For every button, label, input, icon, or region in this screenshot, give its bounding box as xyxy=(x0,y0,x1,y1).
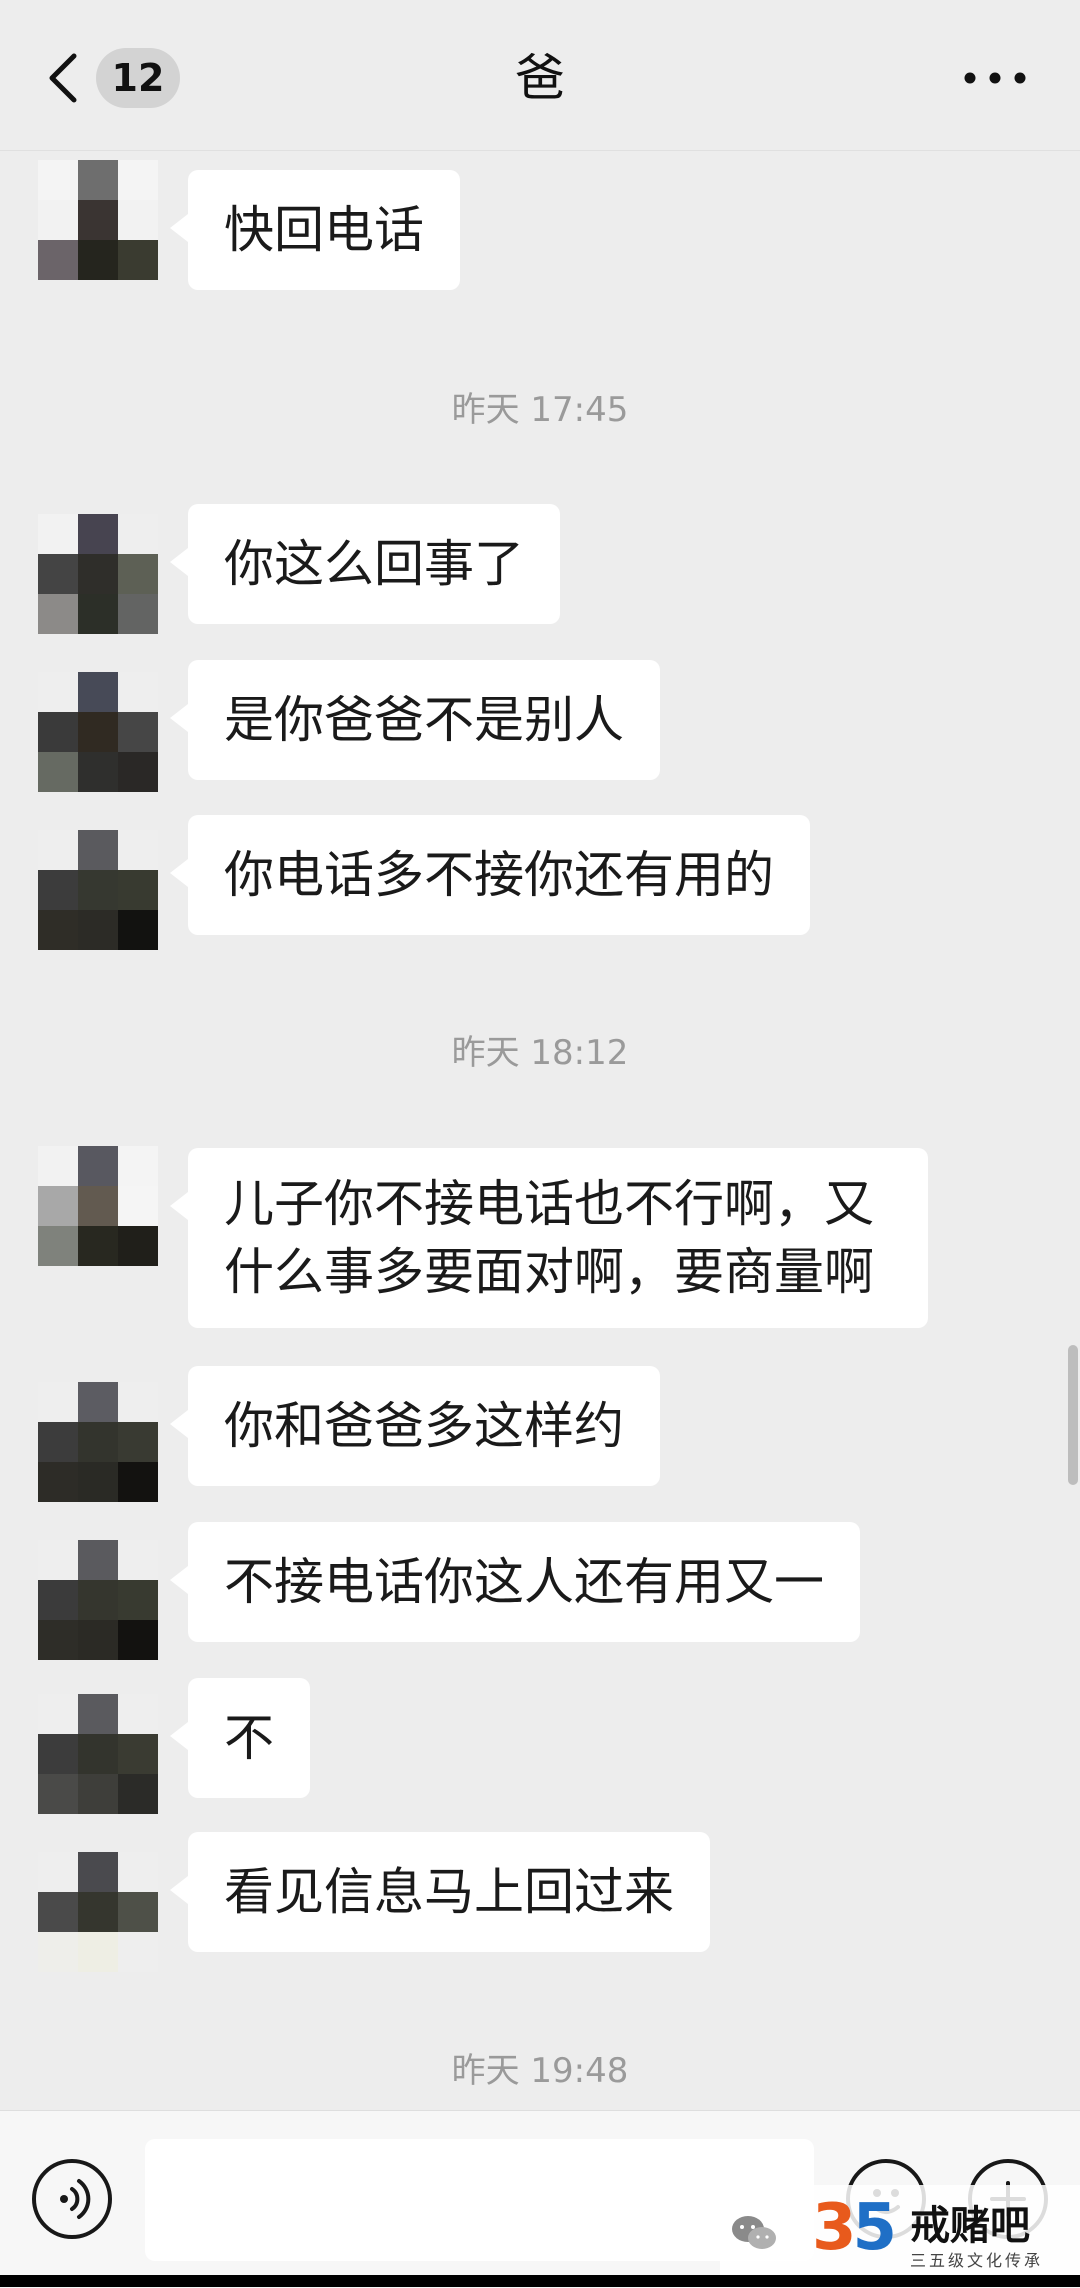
logo-digit-3: 3 xyxy=(812,2191,856,2265)
avatar[interactable] xyxy=(38,1852,158,1972)
message-bubble[interactable]: 你和爸爸多这样约 xyxy=(170,1366,660,1486)
message-bubble[interactable]: 是你爸爸不是别人 xyxy=(170,660,660,780)
chat-header: 12 爸 xyxy=(0,0,1080,151)
watermark-brand: 戒赌吧 xyxy=(910,2203,1030,2249)
message-input[interactable] xyxy=(145,2139,814,2261)
avatar[interactable] xyxy=(38,830,158,950)
watermark: 35 戒赌吧 三五级文化传承 xyxy=(720,2185,1080,2287)
avatar[interactable] xyxy=(38,672,158,792)
watermark-subtitle: 三五级文化传承 xyxy=(910,2251,1044,2270)
message-bubble[interactable]: 你电话多不接你还有用的 xyxy=(170,815,810,935)
avatar[interactable] xyxy=(38,160,158,280)
message-bubble[interactable]: 儿子你不接电话也不行啊，又什么事多要面对啊，要商量啊 xyxy=(170,1148,928,1328)
chat-title: 爸 xyxy=(515,49,565,107)
scrollbar-thumb[interactable] xyxy=(1068,1345,1078,1485)
message-bubble[interactable]: 看见信息马上回过来 xyxy=(170,1832,710,1952)
voice-button[interactable] xyxy=(32,2159,112,2239)
avatar[interactable] xyxy=(38,1540,158,1660)
avatar[interactable] xyxy=(38,1382,158,1502)
message-bubble[interactable]: 不 xyxy=(170,1678,310,1798)
message-timestamp: 昨天 17:45 xyxy=(451,390,629,430)
more-button[interactable] xyxy=(960,58,1030,98)
avatar[interactable] xyxy=(38,1146,158,1266)
wechat-icon xyxy=(732,2216,776,2249)
logo-digit-5: 5 xyxy=(852,2191,897,2265)
watermark-logo-number: 35 xyxy=(812,2191,897,2265)
screen-bottom-edge xyxy=(0,2275,1080,2287)
message-bubble[interactable]: 你这么回事了 xyxy=(170,504,560,624)
message-timestamp: 昨天 18:12 xyxy=(451,1033,629,1073)
avatar[interactable] xyxy=(38,1694,158,1814)
voice-icon xyxy=(60,2179,91,2219)
message-timestamp: 昨天 19:48 xyxy=(451,2051,629,2091)
more-horizontal-icon xyxy=(964,72,1026,84)
message-bubble[interactable]: 不接电话你这人还有用又一 xyxy=(170,1522,860,1642)
avatar[interactable] xyxy=(38,514,158,634)
message-bubble[interactable]: 快回电话 xyxy=(170,170,460,290)
